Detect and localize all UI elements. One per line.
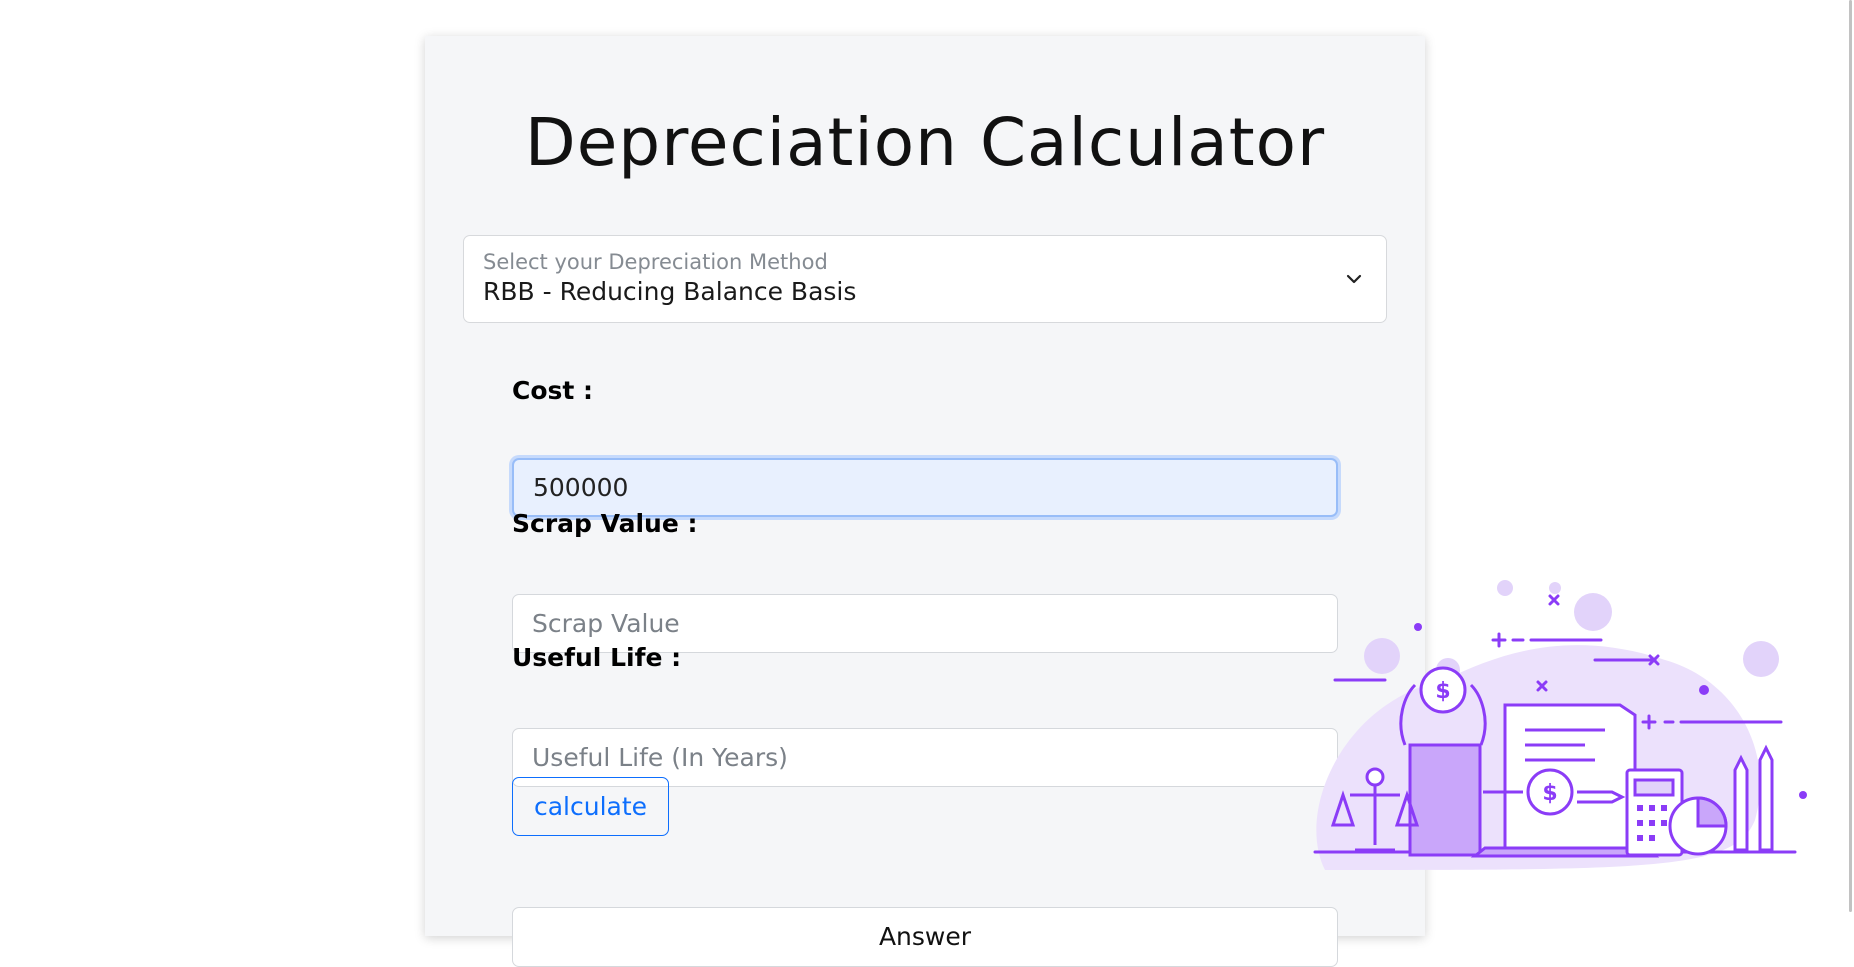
useful-life-label: Useful Life : [512,643,682,672]
svg-text:$: $ [1542,781,1557,806]
finance-illustration-icon: $ $ [1313,580,1807,870]
select-value: RBB - Reducing Balance Basis [483,277,857,306]
page-title: Depreciation Calculator [524,104,1326,181]
answer-box: Answer [512,907,1338,967]
page-scrollbar[interactable] [1848,0,1854,912]
svg-text:$: $ [1435,679,1450,704]
scrap-value-label: Scrap Value : [512,509,698,538]
scrollbar-thumb[interactable] [1849,0,1852,912]
cost-label: Cost : [512,376,594,405]
chevron-down-icon [1346,274,1362,284]
depreciation-method-select[interactable]: Select your Depreciation Method RBB - Re… [463,235,1387,323]
calculate-button[interactable]: calculate [512,777,669,836]
select-label: Select your Depreciation Method [483,250,828,274]
